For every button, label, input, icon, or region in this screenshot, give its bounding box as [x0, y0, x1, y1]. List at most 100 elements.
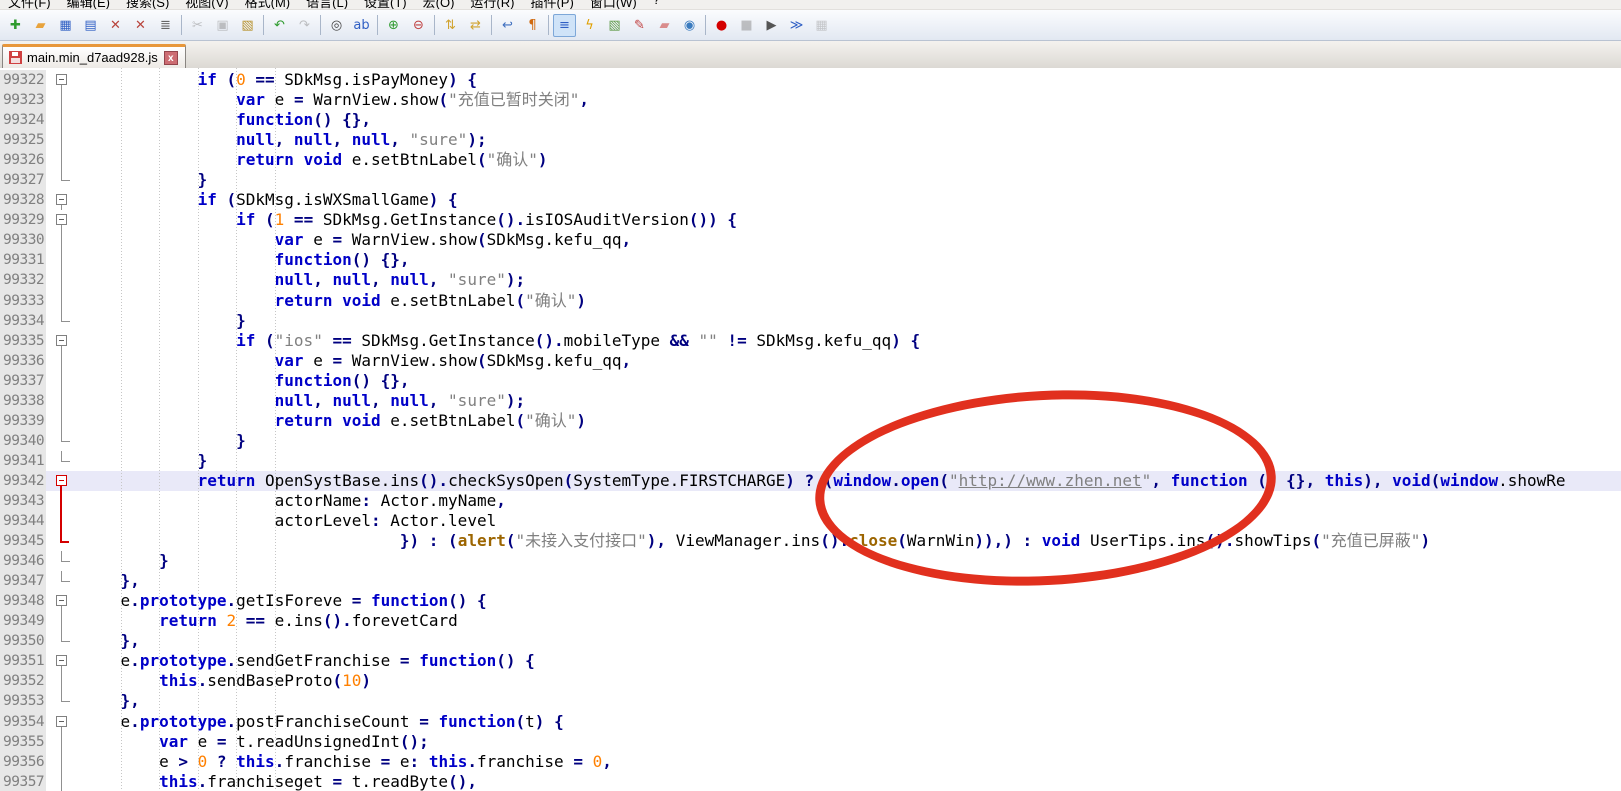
code-line[interactable]: 99343 actorName: Actor.myName,	[0, 491, 1621, 511]
code-line[interactable]: 99326 return void e.setBtnLabel("确认")	[0, 150, 1621, 170]
code-line[interactable]: 99330 var e = WarnView.show(SDkMsg.kefu_…	[0, 230, 1621, 250]
fold-marker[interactable]	[46, 471, 76, 491]
code-line[interactable]: 99356 e > 0 ? this.franchise = e: this.f…	[0, 752, 1621, 772]
code-line[interactable]: 99352 this.sendBaseProto(10)	[0, 671, 1621, 691]
fold-marker[interactable]	[46, 591, 76, 611]
toolbar-button-save-file[interactable]: ▦	[54, 14, 77, 37]
toolbar-button-indent-guide[interactable]: ≡	[553, 14, 576, 37]
code-line[interactable]: 99332 null, null, null, "sure");	[0, 270, 1621, 290]
replace-icon: ab	[353, 19, 369, 32]
code-line[interactable]: 99324 function() {},	[0, 110, 1621, 130]
code-line[interactable]: 99350 },	[0, 631, 1621, 651]
line-number: 99331	[0, 250, 46, 270]
code-line[interactable]: 99333 return void e.setBtnLabel("确认")	[0, 291, 1621, 311]
tab-main-min-js[interactable]: main.min_d7aad928.js x	[2, 44, 186, 68]
code-line[interactable]: 99327 }	[0, 170, 1621, 190]
fold-marker[interactable]	[46, 712, 76, 732]
code-line[interactable]: 99337 function() {},	[0, 371, 1621, 391]
fold-marker[interactable]	[46, 331, 76, 351]
fold-marker[interactable]	[46, 70, 76, 90]
menu-item[interactable]: 设置(T)	[356, 0, 415, 10]
code-line[interactable]: 99342 return OpenSystBase.ins().checkSys…	[0, 471, 1621, 491]
menu-item[interactable]: 窗口(W)	[582, 0, 645, 10]
toolbar-button-replace[interactable]: ab	[350, 14, 373, 37]
code-line[interactable]: 99322 if (0 == SDkMsg.isPayMoney) {	[0, 70, 1621, 90]
code-line[interactable]: 99346 }	[0, 551, 1621, 571]
toolbar-button-print[interactable]: ≣	[154, 14, 177, 37]
toolbar-button-document-map[interactable]: ▧	[603, 14, 626, 37]
toolbar-button-zoom-in[interactable]: ⊕	[382, 14, 405, 37]
code-line[interactable]: 99339 return void e.setBtnLabel("确认")	[0, 411, 1621, 431]
code-text: }	[76, 451, 1621, 471]
code-line[interactable]: 99349 return 2 == e.ins().forevetCard	[0, 611, 1621, 631]
toolbar-button-open-file[interactable]: ▰	[29, 14, 52, 37]
code-line[interactable]: 99341 }	[0, 451, 1621, 471]
tab-close-icon[interactable]: x	[164, 51, 178, 65]
toolbar-button-macro-play[interactable]: ▶	[760, 14, 783, 37]
code-line[interactable]: 99344 actorLevel: Actor.level	[0, 511, 1621, 531]
toolbar-button-find[interactable]: ◎	[325, 14, 348, 37]
code-line[interactable]: 99323 var e = WarnView.show("充值已暂时关闭",	[0, 90, 1621, 110]
fold-marker[interactable]	[46, 210, 76, 230]
toolbar-button-zoom-out[interactable]: ⊖	[407, 14, 430, 37]
code-line[interactable]: 99335 if ("ios" == SDkMsg.GetInstance().…	[0, 331, 1621, 351]
toolbar-button-show-all-characters[interactable]: ¶	[521, 14, 544, 37]
menu-item[interactable]: 文件(F)	[0, 0, 59, 10]
menu-item[interactable]: 格式(M)	[237, 0, 299, 10]
toolbar-button-save-all[interactable]: ▤	[79, 14, 102, 37]
code-line[interactable]: 99334 }	[0, 311, 1621, 331]
toolbar-button-undo[interactable]: ↶	[268, 14, 291, 37]
sync-scroll-vertical-icon: ⇅	[445, 19, 456, 32]
code-editor[interactable]: 99322 if (0 == SDkMsg.isPayMoney) {99323…	[0, 68, 1621, 791]
line-number: 99357	[0, 772, 46, 791]
fold-tree-line	[61, 451, 62, 461]
save-file-icon: ▦	[59, 19, 71, 32]
toolbar-button-sync-scroll-horizontal[interactable]: ⇄	[464, 14, 487, 37]
toolbar-button-macro-run-multiple[interactable]: ≫	[785, 14, 808, 37]
menu-item[interactable]: 搜索(S)	[118, 0, 177, 10]
code-line[interactable]: 99329 if (1 == SDkMsg.GetInstance().isIO…	[0, 210, 1621, 230]
menu-item[interactable]: 插件(P)	[522, 0, 581, 10]
code-line[interactable]: 99340 }	[0, 431, 1621, 451]
toolbar-button-macro-record[interactable]: ●	[710, 14, 733, 37]
menu-item[interactable]: 编辑(E)	[59, 0, 118, 10]
code-line[interactable]: 99325 null, null, null, "sure");	[0, 130, 1621, 150]
fold-marker[interactable]	[46, 651, 76, 671]
code-line[interactable]: 99351 e.prototype.sendGetFranchise = fun…	[0, 651, 1621, 671]
code-line[interactable]: 99357 this.franchiseget = t.readByte(),	[0, 772, 1621, 791]
code-line[interactable]: 99336 var e = WarnView.show(SDkMsg.kefu_…	[0, 351, 1621, 371]
code-line[interactable]: 99331 function() {},	[0, 250, 1621, 270]
toolbar-separator	[548, 15, 549, 35]
menu-item[interactable]: 运行(R)	[462, 0, 522, 10]
menu-item[interactable]: 视图(V)	[177, 0, 236, 10]
fold-margin	[46, 431, 76, 451]
toolbar-button-close-all[interactable]: ✕	[129, 14, 152, 37]
code-line[interactable]: 99328 if (SDkMsg.isWXSmallGame) {	[0, 190, 1621, 210]
fold-tree-line	[61, 571, 62, 581]
menu-item[interactable]: 语言(L)	[298, 0, 356, 10]
code-line[interactable]: 99345 }) : (alert("未接入支付接口"), ViewManage…	[0, 531, 1621, 551]
code-line[interactable]: 99347 },	[0, 571, 1621, 591]
toolbar-button-close-file[interactable]: ✕	[104, 14, 127, 37]
menu-item[interactable]: ?	[645, 0, 668, 10]
toolbar-button-sync-scroll-vertical[interactable]: ⇅	[439, 14, 462, 37]
fold-tree-end	[61, 441, 70, 442]
toolbar-button-function-list[interactable]: ϟ	[578, 14, 601, 37]
code-line[interactable]: 99353 },	[0, 691, 1621, 711]
fold-margin	[46, 90, 76, 110]
menu-item[interactable]: 宏(O)	[415, 0, 463, 10]
code-line[interactable]: 99354 e.prototype.postFranchiseCount = f…	[0, 712, 1621, 732]
fold-marker[interactable]	[46, 190, 76, 210]
toolbar-button-folder-as-workspace[interactable]: ▰	[653, 14, 676, 37]
toolbar-button-monitoring-eye[interactable]: ◉	[678, 14, 701, 37]
code-text: this.sendBaseProto(10)	[76, 671, 1621, 691]
toolbar-button-paste[interactable]: ▧	[236, 14, 259, 37]
line-number: 99353	[0, 691, 46, 711]
toolbar-button-document-switcher[interactable]: ✎	[628, 14, 651, 37]
code-line[interactable]: 99355 var e = t.readUnsignedInt();	[0, 732, 1621, 752]
code-line[interactable]: 99348 e.prototype.getIsForeve = function…	[0, 591, 1621, 611]
code-line[interactable]: 99338 null, null, null, "sure");	[0, 391, 1621, 411]
toolbar-button-word-wrap[interactable]: ↩	[496, 14, 519, 37]
url-link[interactable]: http://www.zhen.net	[959, 471, 1142, 490]
toolbar-button-new-file[interactable]: ✚	[4, 14, 27, 37]
